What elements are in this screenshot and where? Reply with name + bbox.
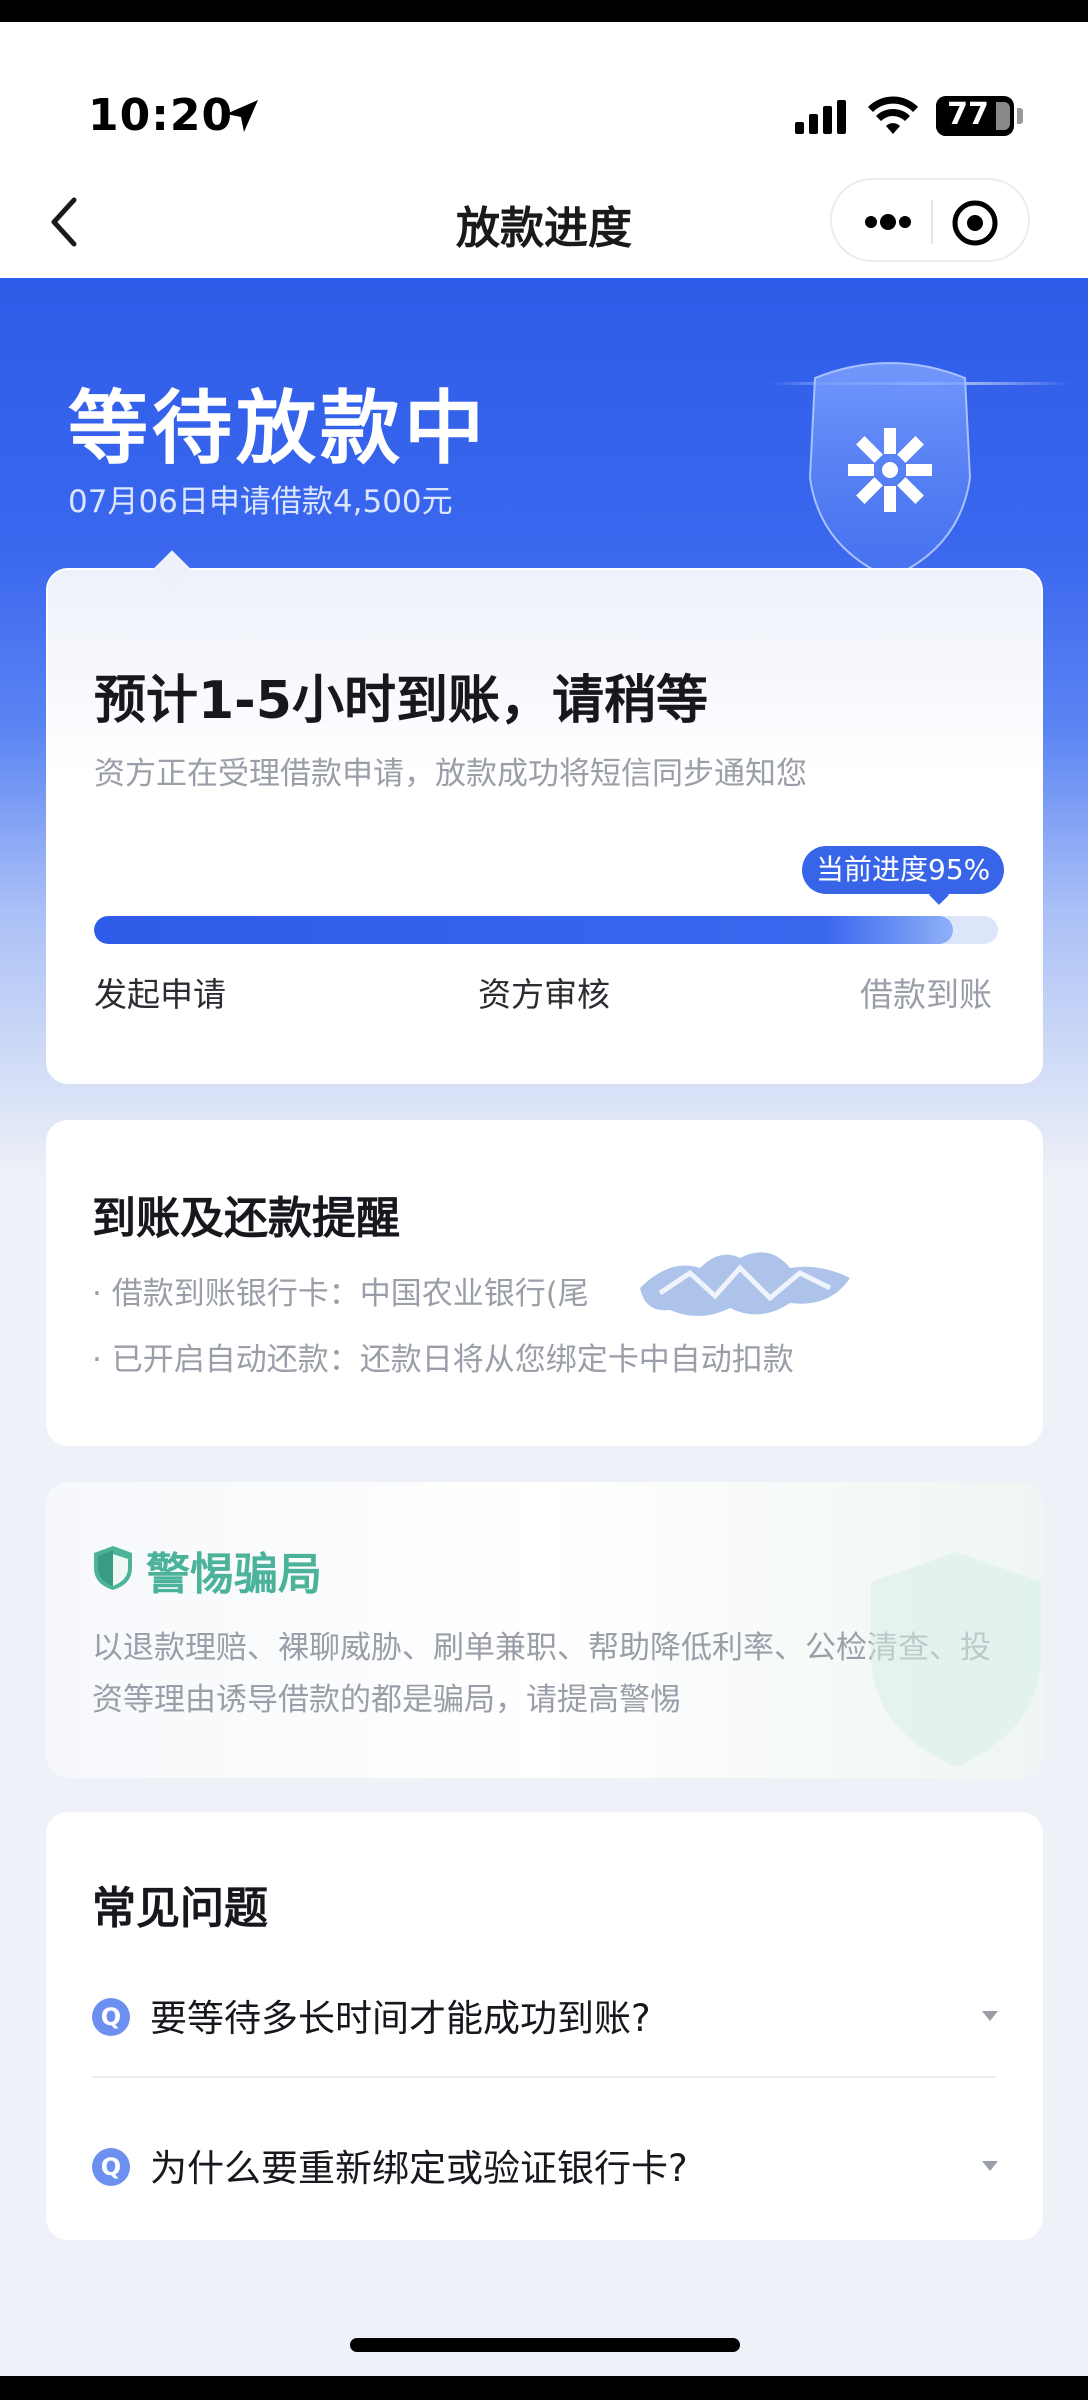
mini-program-capsule	[830, 178, 1030, 262]
step-disbursed: 借款到账	[860, 975, 992, 1014]
more-dots-icon[interactable]	[862, 202, 914, 242]
faq-q-badge: Q	[92, 1998, 130, 2036]
step-apply: 发起申请	[94, 975, 226, 1014]
home-indicator[interactable]	[350, 2338, 740, 2352]
faq-question: 要等待多长时间才能成功到账?	[150, 1997, 651, 2040]
reminder-auto-repay: · 已开启自动还款：还款日将从您绑定卡中自动扣款	[92, 1342, 794, 1378]
hero-subtitle: 07月06日申请借款4,500元	[68, 484, 453, 520]
shield-check-icon	[94, 1546, 132, 1590]
redaction-scribble	[640, 1252, 850, 1317]
faq-title: 常见问题	[92, 1883, 268, 1934]
battery-tip	[1017, 108, 1023, 124]
decorative-shield	[871, 1552, 1041, 1767]
progress-badge: 当前进度95%	[802, 846, 1005, 894]
nav-bar: 放款进度	[0, 172, 1088, 278]
fraud-warning-card: 警惕骗局 以退款理赔、裸聊威胁、刷单兼职、帮助降低利率、公检清查、投资等理由诱导…	[46, 1482, 1043, 1778]
wifi-icon	[868, 96, 918, 134]
progress-card: 预计1-5小时到账，请稍等 资方正在受理借款申请，放款成功将短信同步通知您 当前…	[46, 550, 1043, 1084]
status-bar: 10:20 77	[0, 22, 1088, 172]
capsule-divider	[931, 200, 933, 244]
step-review: 资方审核	[478, 975, 610, 1014]
reminder-bank-card: · 借款到账银行卡：中国农业银行(尾	[92, 1276, 589, 1312]
progress-bar-fill	[94, 916, 953, 944]
close-target-icon[interactable]	[950, 198, 1000, 248]
progress-subtitle: 资方正在受理借款申请，放款成功将短信同步通知您	[94, 756, 807, 792]
faq-item[interactable]: Q 要等待多长时间才能成功到账?	[92, 1948, 998, 2078]
battery-icon: 77	[936, 96, 1014, 136]
faq-divider	[92, 2076, 996, 2078]
cellular-signal-icon	[795, 100, 846, 134]
reminder-title: 到账及还款提醒	[92, 1193, 400, 1244]
progress-title: 预计1-5小时到账，请稍等	[94, 671, 708, 731]
status-time: 10:20	[88, 90, 234, 141]
caret-down-icon	[982, 2011, 998, 2021]
caret-down-icon	[982, 2161, 998, 2171]
faq-item[interactable]: Q 为什么要重新绑定或验证银行卡?	[92, 2098, 998, 2228]
faq-q-badge: Q	[92, 2148, 130, 2186]
location-arrow-icon	[226, 100, 258, 132]
top-black-strip	[0, 0, 1088, 22]
fraud-warning-title: 警惕骗局	[146, 1549, 322, 1600]
shield-logo-icon	[770, 362, 1070, 568]
battery-level: 77	[947, 97, 989, 132]
hero-title: 等待放款中	[68, 382, 488, 475]
faq-card: 常见问题 Q 要等待多长时间才能成功到账? Q 为什么要重新绑定或验证银行卡?	[46, 1812, 1043, 2240]
bottom-black-strip	[0, 2376, 1088, 2400]
faq-question: 为什么要重新绑定或验证银行卡?	[150, 2147, 688, 2190]
progress-bar-track	[94, 916, 998, 944]
reminder-card: 到账及还款提醒 · 借款到账银行卡：中国农业银行(尾 · 已开启自动还款：还款日…	[46, 1120, 1043, 1446]
